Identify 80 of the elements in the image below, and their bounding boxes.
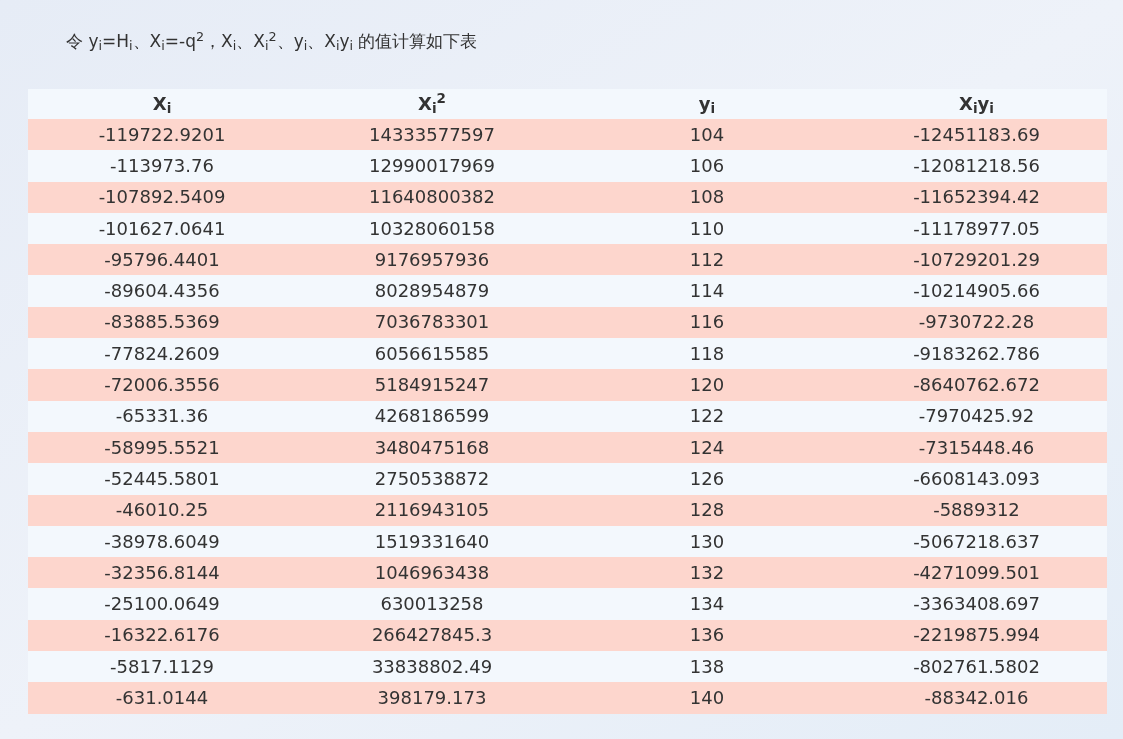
table-cell: -10729201.29 xyxy=(913,247,1040,272)
table-cell: -9183262.786 xyxy=(913,341,1040,366)
table-cell: -46010.25 xyxy=(115,498,209,523)
table-cell: -32356.8144 xyxy=(104,560,220,585)
table-cell: 132 xyxy=(689,560,725,585)
table-cell: 7036783301 xyxy=(374,310,490,335)
table-cell: -5817.1129 xyxy=(110,654,214,679)
table-cell: -72006.3556 xyxy=(104,373,220,397)
table-cell: 138 xyxy=(689,654,725,679)
table-cell: -11652394.42 xyxy=(913,185,1040,210)
heading-text: 令 y$_{i}$=H$_{i}$、X$_{i}$=-q$^{2}$，X$_{i}$、X$_{i}$$^{2}$、y$_{i}$、X$_{i}$y$_{i}$ 的值计算如下表 xyxy=(66,27,478,56)
table-cell: -107892.5409 xyxy=(98,185,226,210)
table-cell: 140 xyxy=(689,686,725,710)
table-cell: 2750538872 xyxy=(374,466,490,491)
table-cell: 122 xyxy=(689,404,725,429)
table-cell: -802761.5802 xyxy=(913,654,1040,679)
table-cell: -83885.5369 xyxy=(104,310,220,335)
table-cell: -89604.4356 xyxy=(104,279,220,304)
table-cell: -5889312 xyxy=(933,498,1020,523)
table-cell: 134 xyxy=(689,592,725,617)
table-cell: 8028954879 xyxy=(374,279,490,304)
table-cell: -11178977.05 xyxy=(913,216,1040,241)
table-cell: -8640762.672 xyxy=(913,373,1040,397)
table-cell: 5184915247 xyxy=(374,373,490,397)
table-cell: 12990017969 xyxy=(369,153,495,178)
table-cell: 3480475168 xyxy=(374,435,490,460)
table-cell: 9176957936 xyxy=(374,247,490,272)
table-cell: 106 xyxy=(689,153,725,178)
table-cell: 130 xyxy=(689,529,725,554)
table-cell: 6056615585 xyxy=(374,341,490,366)
table-cell: 116 xyxy=(689,310,725,335)
table-cell: 120 xyxy=(689,373,725,397)
table-cell: 108 xyxy=(689,185,725,210)
table-cell: 124 xyxy=(689,435,725,460)
table-cell: -10214905.66 xyxy=(913,279,1040,304)
column-header: y$_{i}$ xyxy=(698,92,716,116)
table-cell: -38978.6049 xyxy=(104,529,220,554)
table-cell: -58995.5521 xyxy=(104,435,220,460)
table-cell: -5067218.637 xyxy=(913,529,1040,554)
table-cell: -12081218.56 xyxy=(913,153,1040,178)
table-cell: 630013258 xyxy=(380,592,484,617)
table-cell: 104 xyxy=(689,122,725,147)
table-cell: -65331.36 xyxy=(115,404,209,429)
table-cell: -2219875.994 xyxy=(913,623,1040,648)
table-cell: -77824.2609 xyxy=(104,341,220,366)
table-cell: -7315448.46 xyxy=(918,435,1035,460)
table-cell: -4271099.501 xyxy=(913,560,1040,585)
table-cell: 112 xyxy=(689,247,725,272)
table-cell: 266427845.3 xyxy=(371,623,493,648)
column-header: X$_{i}$ xyxy=(152,92,172,116)
table-cell: 398179.173 xyxy=(377,686,487,710)
table-cell: 11640800382 xyxy=(369,185,495,210)
table-cell: 10328060158 xyxy=(369,216,495,241)
table-cell: -88342.016 xyxy=(924,686,1029,710)
table-cell: -7970425.92 xyxy=(918,404,1035,429)
table-cell: -119722.9201 xyxy=(98,122,226,147)
table-cell: 128 xyxy=(689,498,725,523)
table-cell: 14333577597 xyxy=(369,122,495,147)
table-cell: 4268186599 xyxy=(374,404,490,429)
table-cell: -113973.76 xyxy=(110,153,214,178)
table-cell: -95796.4401 xyxy=(104,247,220,272)
table-cell: 1519331640 xyxy=(374,529,490,554)
table-cell: -52445.5801 xyxy=(104,466,220,491)
table-cell: -16322.6176 xyxy=(104,623,220,648)
table-cell: 33838802.49 xyxy=(371,654,493,679)
table-cell: -9730722.28 xyxy=(918,310,1035,335)
table-cell: 1046963438 xyxy=(374,560,490,585)
table-cell: 118 xyxy=(689,341,725,366)
table-cell: 126 xyxy=(689,466,725,491)
table-cell: 136 xyxy=(689,623,725,648)
table-cell: -25100.0649 xyxy=(104,592,220,617)
table-cell: 2116943105 xyxy=(374,498,490,523)
column-header: X$_{i}$y$_{i}$ xyxy=(959,92,994,116)
table-cell: -3363408.697 xyxy=(913,592,1040,617)
table-cell: 110 xyxy=(689,216,725,241)
table-cell: -631.0144 xyxy=(115,686,209,710)
table-cell: -6608143.093 xyxy=(913,466,1040,491)
table-cell: -101627.0641 xyxy=(98,216,226,241)
table-cell: -12451183.69 xyxy=(913,122,1040,147)
table-cell: 114 xyxy=(689,279,725,304)
